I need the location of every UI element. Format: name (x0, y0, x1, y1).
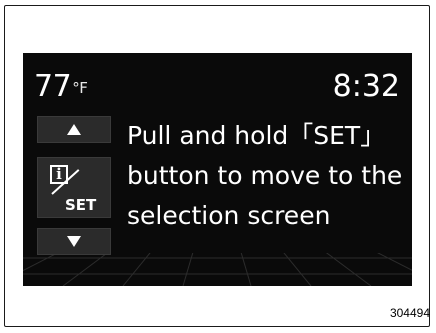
info-set-button[interactable]: i SET (37, 157, 111, 218)
clock-time: 8:32 (332, 69, 400, 104)
set-label: SET (65, 195, 97, 214)
message-line-3: selection screen (127, 201, 331, 230)
display-screen: 77°F 8:32 i SET Pull and hold「SET」 butto… (23, 53, 412, 286)
temperature-unit: °F (72, 79, 88, 97)
instruction-message: Pull and hold「SET」 button to move to the… (127, 116, 412, 236)
scroll-down-button[interactable] (37, 228, 111, 255)
scroll-up-button[interactable] (37, 116, 111, 143)
message-line-2: button to move to the (127, 161, 403, 190)
triangle-up-icon (67, 124, 81, 135)
triangle-down-icon (67, 236, 81, 247)
outside-temperature: 77°F (34, 69, 88, 104)
message-line-1: Pull and hold「SET」 (127, 121, 386, 150)
temperature-value: 77 (34, 69, 72, 104)
info-set-icon: i SET (44, 163, 104, 213)
figure-code: 304494 (389, 306, 430, 320)
